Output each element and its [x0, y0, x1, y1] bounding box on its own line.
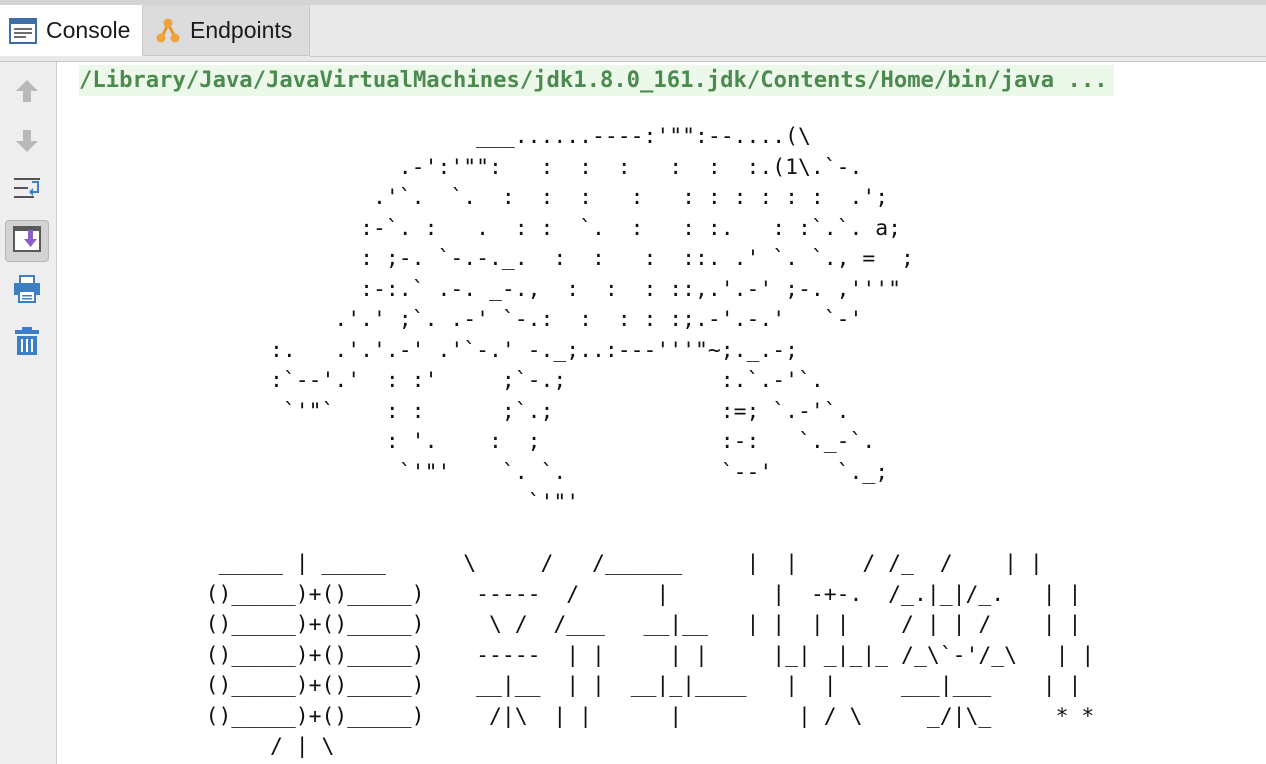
up-arrow-icon — [14, 78, 40, 109]
scroll-to-end-icon — [12, 224, 42, 259]
endpoints-icon — [153, 15, 183, 45]
tool-window-tab-bar: Console Endpoints — [0, 0, 1266, 62]
tab-divider — [310, 56, 1266, 57]
tab-console-label: Console — [46, 17, 131, 43]
tab-endpoints[interactable]: Endpoints — [143, 5, 310, 56]
soft-wrap-button[interactable] — [5, 170, 49, 212]
console-icon — [9, 16, 39, 46]
up-button[interactable] — [5, 72, 49, 114]
console-output[interactable]: /Library/Java/JavaVirtualMachines/jdk1.8… — [57, 62, 1266, 764]
tab-console[interactable]: Console — [0, 5, 143, 56]
print-icon — [12, 274, 42, 309]
command-line: /Library/Java/JavaVirtualMachines/jdk1.8… — [79, 65, 1114, 96]
print-button[interactable] — [5, 270, 49, 312]
console-toolbar — [0, 62, 57, 764]
scroll-to-end-button[interactable] — [5, 220, 49, 262]
clear-all-button[interactable] — [5, 322, 49, 364]
trash-icon — [12, 326, 42, 361]
down-button[interactable] — [5, 122, 49, 164]
soft-wrap-icon — [12, 174, 42, 209]
down-arrow-icon — [14, 128, 40, 159]
tab-endpoints-label: Endpoints — [190, 16, 293, 43]
ascii-art-output: ___......----:'"":--....(\ .-':'"": : : … — [205, 124, 1095, 759]
